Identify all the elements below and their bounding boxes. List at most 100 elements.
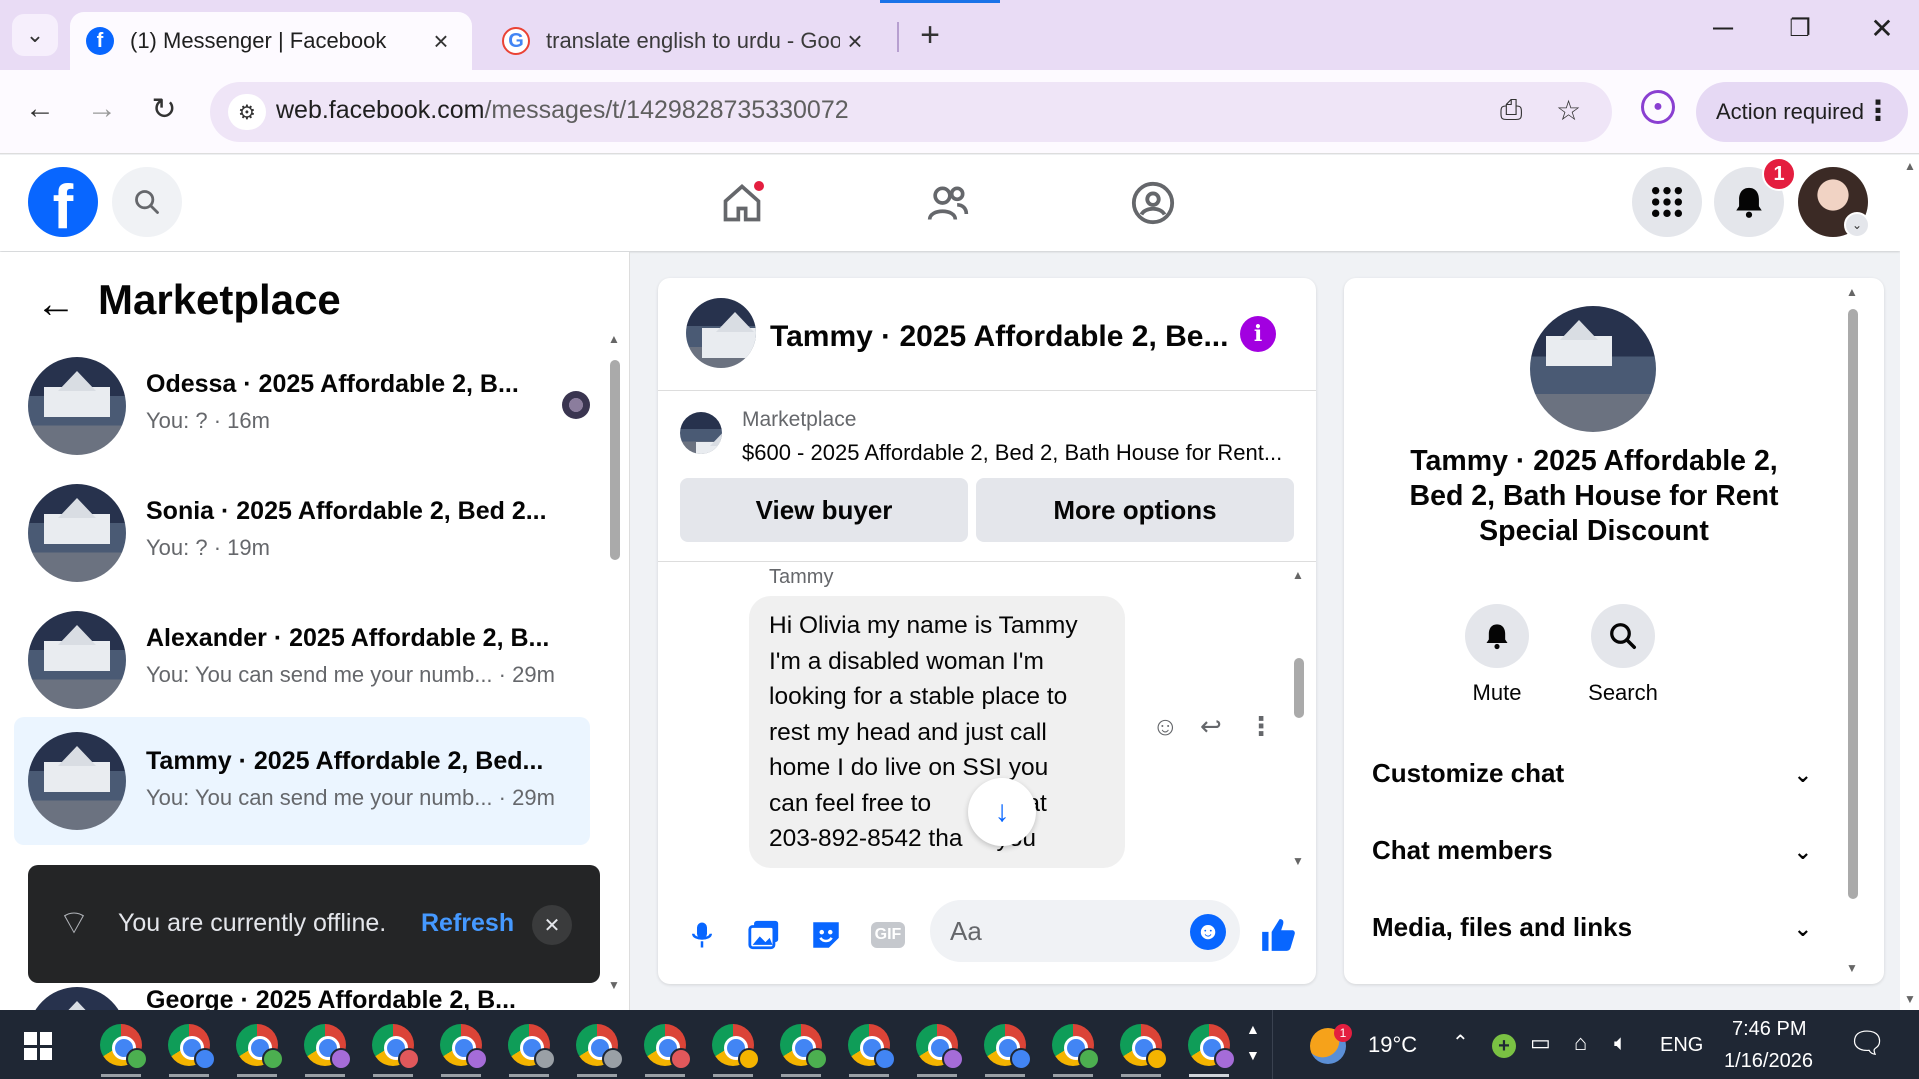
conversation-item[interactable]: Odessa · 2025 Affordable 2, B... You: ? … <box>14 344 590 466</box>
gif-icon[interactable]: GIF <box>868 915 908 955</box>
chrome-taskbar-icon[interactable] <box>236 1024 284 1070</box>
more-options-button[interactable]: More options <box>976 478 1294 542</box>
chrome-taskbar-icon[interactable] <box>440 1024 488 1070</box>
install-app-icon[interactable]: ⎙ <box>1500 94 1522 127</box>
profile-icon[interactable]: ● <box>1641 90 1675 124</box>
conversation-item-selected[interactable]: Tammy · 2025 Affordable 2, Bed... You: Y… <box>14 717 590 845</box>
battery-icon[interactable]: ▭ <box>1530 1030 1551 1056</box>
close-icon[interactable]: ✕ <box>532 905 572 945</box>
chrome-taskbar-icon[interactable] <box>1052 1024 1100 1070</box>
conversation-item[interactable]: Alexander · 2025 Affordable 2, B... You:… <box>14 598 590 720</box>
media-files-links-section[interactable]: Media, files and links ⌄ <box>1372 912 1812 943</box>
message-bubble[interactable]: Hi Olivia my name is Tammy I'm a disable… <box>749 596 1125 868</box>
chat-members-section[interactable]: Chat members ⌄ <box>1372 835 1812 866</box>
chrome-taskbar-icon[interactable] <box>780 1024 828 1070</box>
conversation-item[interactable]: Sonia · 2025 Affordable 2, Bed 2... You:… <box>14 471 590 593</box>
facebook-search-button[interactable] <box>112 167 182 237</box>
chrome-taskbar-icon[interactable] <box>1188 1024 1236 1070</box>
back-button[interactable]: ← <box>20 92 60 126</box>
site-info-icon[interactable]: ⚙ <box>228 94 266 130</box>
volume-icon[interactable]: 🔈︎ <box>1614 1030 1627 1056</box>
sticker-icon[interactable] <box>806 915 846 955</box>
scroll-down-icon[interactable]: ▼ <box>1846 961 1858 975</box>
listing-photo[interactable] <box>1530 306 1656 432</box>
reply-icon[interactable]: ↩ <box>1200 711 1222 742</box>
clock-time[interactable]: 7:46 PM <box>1732 1018 1806 1041</box>
action-required-button[interactable]: Action required ⋮ <box>1696 82 1908 142</box>
forward-button[interactable]: → <box>82 92 122 126</box>
refresh-link[interactable]: Refresh <box>421 909 514 938</box>
chrome-taskbar-icon[interactable] <box>1120 1024 1168 1070</box>
security-tray-icon[interactable]: + <box>1492 1034 1516 1058</box>
close-tab-icon[interactable]: × <box>840 26 870 57</box>
view-buyer-button[interactable]: View buyer <box>680 478 968 542</box>
microphone-icon[interactable] <box>682 915 722 955</box>
taskbar-overflow-chevrons[interactable]: ▲ ▼ <box>1246 1016 1260 1068</box>
chrome-taskbar-icon[interactable] <box>304 1024 352 1070</box>
bookmark-star-icon[interactable]: ☆ <box>1556 94 1581 127</box>
windows-start-icon[interactable] <box>24 1032 52 1060</box>
chrome-taskbar-icon[interactable] <box>712 1024 760 1070</box>
home-nav[interactable] <box>712 173 772 233</box>
browser-menu-icon[interactable]: ⋮ <box>1864 94 1892 127</box>
reload-button[interactable]: ↻ <box>144 92 184 127</box>
restore-button[interactable]: ❐ <box>1770 14 1830 43</box>
scrollbar-thumb[interactable] <box>610 360 620 560</box>
language-indicator[interactable]: ENG <box>1660 1034 1703 1057</box>
chrome-taskbar-icon[interactable] <box>644 1024 692 1070</box>
scrollbar[interactable]: ▲ ▼ <box>1292 568 1306 868</box>
scroll-up-icon[interactable]: ▲ <box>1846 285 1858 299</box>
scrollbar[interactable]: ▲ ▼ <box>1846 285 1860 975</box>
scroll-up-icon[interactable]: ▲ <box>1292 568 1304 582</box>
chrome-taskbar-icon[interactable] <box>168 1024 216 1070</box>
tab-search-button[interactable]: ⌄ <box>12 14 58 56</box>
page-scrollbar[interactable]: ▲ ▼ <box>1900 155 1919 1010</box>
close-window-button[interactable]: ✕ <box>1852 12 1912 45</box>
scroll-down-icon[interactable]: ▼ <box>1904 992 1916 1006</box>
chrome-taskbar-icon[interactable] <box>100 1024 148 1070</box>
chevron-up-icon[interactable]: ⌃ <box>1452 1030 1469 1055</box>
scroll-up-icon[interactable]: ▲ <box>1904 159 1916 173</box>
notification-center-icon[interactable]: 🗨︎ <box>1848 1026 1886 1061</box>
chat-avatar[interactable] <box>686 298 756 368</box>
like-icon[interactable] <box>1258 915 1298 955</box>
scrollbar-thumb[interactable] <box>1294 658 1304 718</box>
scroll-down-icon[interactable]: ▼ <box>608 978 620 992</box>
chrome-taskbar-icon[interactable] <box>508 1024 556 1070</box>
minimize-button[interactable]: ─ <box>1693 12 1753 44</box>
back-arrow-icon[interactable]: ← <box>36 282 76 327</box>
more-icon[interactable]: ⋮ <box>1248 711 1274 742</box>
network-icon[interactable]: ⌂ <box>1574 1030 1587 1056</box>
address-bar[interactable]: ⚙ web.facebook.com/messages/t/1429828735… <box>210 82 1612 142</box>
scroll-up-icon[interactable]: ▲ <box>608 332 620 346</box>
info-icon[interactable]: i <box>1240 316 1276 352</box>
chrome-taskbar-icon[interactable] <box>848 1024 896 1070</box>
scroll-to-bottom-button[interactable]: ↓ <box>968 778 1036 846</box>
chrome-taskbar-icon[interactable] <box>984 1024 1032 1070</box>
scrollbar-thumb[interactable] <box>1848 309 1858 899</box>
photo-icon[interactable] <box>744 915 784 955</box>
tab-google[interactable]: G translate english to urdu - Goog × <box>486 12 886 70</box>
new-tab-button[interactable]: + <box>910 16 950 55</box>
facebook-logo[interactable]: f <box>28 167 98 237</box>
close-tab-icon[interactable]: × <box>426 26 456 57</box>
chat-title[interactable]: Tammy · 2025 Affordable 2, Be... <box>770 320 1228 354</box>
tab-messenger[interactable]: f (1) Messenger | Facebook × <box>70 12 472 70</box>
groups-nav[interactable] <box>1123 173 1183 233</box>
url-text[interactable]: web.facebook.com/messages/t/142982873533… <box>276 96 849 125</box>
friends-nav[interactable] <box>918 173 978 233</box>
emoji-icon[interactable]: ☻ <box>1190 914 1226 950</box>
menu-button[interactable] <box>1632 167 1702 237</box>
chrome-taskbar-icon[interactable] <box>916 1024 964 1070</box>
scrollbar[interactable]: ▲ ▼ <box>608 332 622 992</box>
clock-date[interactable]: 1/16/2026 <box>1724 1050 1813 1073</box>
react-icon[interactable]: ☺ <box>1152 711 1179 742</box>
chevron-down-icon[interactable]: ⌄ <box>1844 212 1870 238</box>
search-in-chat-button[interactable]: Search <box>1568 604 1678 706</box>
customize-chat-section[interactable]: Customize chat ⌄ <box>1372 758 1812 789</box>
weather-temperature[interactable]: 19°C <box>1368 1032 1417 1058</box>
scroll-down-icon[interactable]: ▼ <box>1292 854 1304 868</box>
chrome-taskbar-icon[interactable] <box>576 1024 624 1070</box>
mute-button[interactable]: Mute <box>1442 604 1552 706</box>
chrome-taskbar-icon[interactable] <box>372 1024 420 1070</box>
